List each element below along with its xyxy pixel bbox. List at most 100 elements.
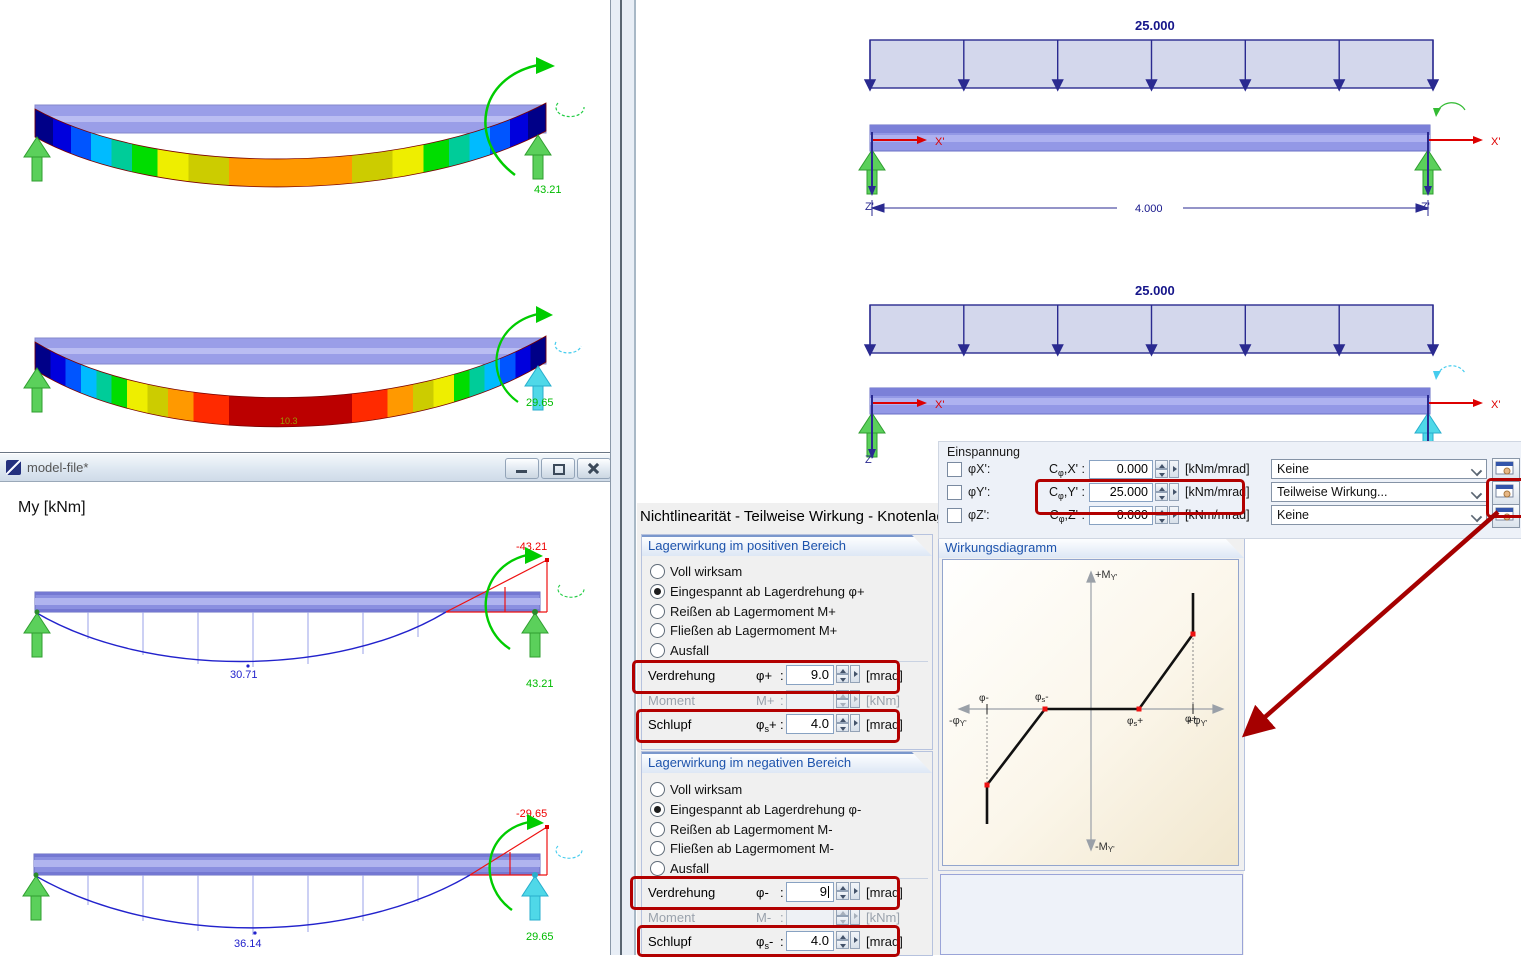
radio-selected-icon[interactable]	[650, 802, 665, 817]
radio-icon[interactable]	[650, 643, 665, 658]
svg-text:φs+: φs+	[1127, 716, 1143, 728]
spin-down-icon	[836, 916, 849, 925]
spin-down-icon[interactable]	[1155, 469, 1168, 478]
positive-moment-curve	[34, 611, 447, 663]
rotation-value: 29.65	[526, 931, 554, 943]
window-titlebar[interactable]: model-file*	[0, 454, 613, 482]
spin-down-icon[interactable]	[1155, 492, 1168, 501]
nonlinearity-dialog: Nichtlinearität - Teilweise Wirkung - Kn…	[637, 503, 1245, 956]
radio-icon[interactable]	[650, 822, 665, 837]
support-left-icon	[23, 136, 51, 182]
chevron-down-icon	[1470, 510, 1483, 523]
rotation-value: 43.21	[526, 678, 554, 690]
spinner	[836, 665, 849, 683]
rotation-arc	[1436, 365, 1466, 376]
max-deformation-value: 10.3	[280, 416, 298, 426]
svg-text:φ+: φ+	[1185, 714, 1197, 725]
einspannung-panel: Einspannung φX': Cφ,X' : 0.000 [kNm/mrad…	[938, 441, 1521, 539]
svg-text:-φY': -φY'	[949, 715, 967, 728]
moment-minus-input	[786, 907, 834, 927]
load-value: 25.000	[1135, 18, 1175, 33]
verdrehung-minus-row: Verdrehung φ- : 9 [mrad]	[648, 882, 903, 902]
chevron-down-icon	[1470, 487, 1483, 500]
radio-icon[interactable]	[650, 841, 665, 856]
flyout-button[interactable]	[1169, 506, 1179, 524]
support-left-icon	[22, 875, 50, 921]
stiffness-x-spinner	[1155, 460, 1168, 478]
spin-down-icon[interactable]	[836, 891, 849, 900]
spinner	[836, 882, 849, 900]
spin-up-icon[interactable]	[836, 931, 849, 940]
svg-text:Z': Z'	[865, 454, 874, 465]
phi-x-checkbox[interactable]	[947, 462, 962, 477]
schlupf-plus-row: Schlupf φs+ : 4.0 [mrad]	[648, 714, 903, 734]
nonlinearity-x-dropdown[interactable]: Keine	[1271, 459, 1487, 479]
spin-up-icon[interactable]	[1155, 483, 1168, 492]
schlupf-plus-input[interactable]: 4.0	[786, 714, 834, 734]
spin-down-icon[interactable]	[836, 723, 849, 732]
radio-icon[interactable]	[650, 564, 665, 579]
radio-icon[interactable]	[650, 782, 665, 797]
result-heading: My [kNm]	[18, 499, 86, 516]
nonlinearity-z-dropdown[interactable]: Keine	[1271, 505, 1487, 525]
spin-up-icon[interactable]	[836, 665, 849, 674]
span-value: 4.000	[1135, 203, 1163, 215]
radio-icon[interactable]	[650, 604, 665, 619]
radio-selected-icon[interactable]	[650, 584, 665, 599]
app-icon	[6, 460, 21, 475]
deformation-render-2: 10.3 29.65	[23, 306, 582, 428]
spin-up-icon[interactable]	[1155, 460, 1168, 469]
flyout-button[interactable]	[850, 882, 860, 900]
wirkungsdiagramm-group: Wirkungsdiagramm +MY' -MY' -φY' +φY' φ- …	[938, 536, 1245, 871]
spin-up-icon[interactable]	[1155, 506, 1168, 515]
flyout-button[interactable]	[1169, 483, 1179, 501]
stiffness-x-input[interactable]: 0.000	[1089, 460, 1153, 479]
svg-text:X': X'	[935, 399, 944, 411]
svg-text:X': X'	[1491, 136, 1500, 148]
svg-text:X': X'	[1491, 399, 1500, 411]
spin-up-icon[interactable]	[836, 714, 849, 723]
empty-panel	[940, 874, 1243, 955]
stiffness-y-input[interactable]: 25.000	[1089, 483, 1153, 502]
flyout-button[interactable]	[850, 714, 860, 732]
spin-down-icon[interactable]	[836, 674, 849, 683]
flyout-button[interactable]	[850, 665, 860, 683]
phi-y-checkbox[interactable]	[947, 485, 962, 500]
schlupf-minus-row: Schlupf φs- : 4.0 [mrad]	[648, 931, 903, 951]
spin-down-icon[interactable]	[836, 940, 849, 949]
minimize-button[interactable]	[505, 458, 539, 479]
flyout-button[interactable]	[1169, 460, 1179, 478]
svg-text:φ-: φ-	[979, 693, 989, 704]
rotation-value: 29.65	[526, 397, 554, 409]
verdrehung-plus-row: Verdrehung φ+ : 9.0 [mrad]	[648, 665, 903, 685]
load-value: 25.000	[1135, 283, 1175, 298]
stiffness-z-input[interactable]: 0.000	[1089, 506, 1153, 525]
verdrehung-minus-input[interactable]: 9	[786, 882, 834, 902]
moment-diagram-2: -29.65 36.14 29.65	[22, 808, 583, 950]
restore-button[interactable]	[541, 458, 575, 479]
nonlinearity-y-dropdown[interactable]: Teilweise Wirkung...	[1271, 482, 1487, 502]
flyout-button[interactable]	[850, 931, 860, 949]
restraint-row-y: φY': Cφ,Y' : 25.000 [kNm/mrad] Teilweise…	[939, 481, 1521, 505]
phi-z-checkbox[interactable]	[947, 508, 962, 523]
restraint-row-z: φZ': Cφ,Z' : 0.000 [kNm/mrad] Keine	[939, 504, 1521, 528]
deformation-render-1: 43.21	[23, 57, 585, 196]
close-button[interactable]	[577, 458, 611, 479]
window-border	[611, 0, 620, 955]
schlupf-minus-input[interactable]: 4.0	[786, 931, 834, 951]
moment-minus-row: Moment M- : [kNm]	[642, 906, 932, 930]
edit-nonlinearity-z-button[interactable]	[1492, 504, 1520, 528]
edit-nonlinearity-y-button[interactable]	[1492, 481, 1520, 505]
rotation-value: 43.21	[534, 184, 562, 196]
panel-title: Einspannung	[947, 445, 1020, 459]
stiffness-y-spinner	[1155, 483, 1168, 501]
moment-plus-input	[786, 690, 834, 710]
spin-down-icon[interactable]	[1155, 515, 1168, 524]
svg-text:X': X'	[935, 136, 944, 148]
verdrehung-plus-input[interactable]: 9.0	[786, 665, 834, 685]
spin-up-icon[interactable]	[836, 882, 849, 891]
radio-icon[interactable]	[650, 861, 665, 876]
text-caret	[828, 886, 829, 898]
edit-nonlinearity-x-button[interactable]	[1492, 458, 1520, 482]
radio-icon[interactable]	[650, 623, 665, 638]
